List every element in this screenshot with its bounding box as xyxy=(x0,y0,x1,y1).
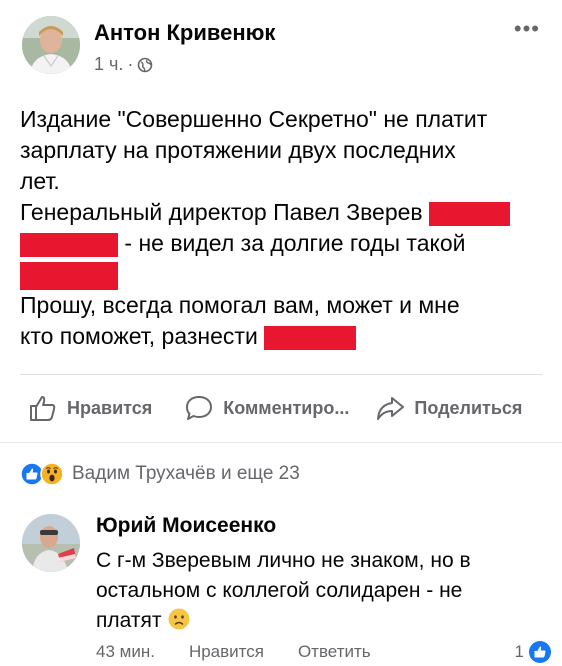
more-dots-icon[interactable]: ••• xyxy=(514,16,540,42)
post-text: Издание "Совершенно Секретно" не платит … xyxy=(20,104,545,352)
post-line: Издание "Совершенно Секретно" не платит xyxy=(20,106,488,132)
meta-separator: · xyxy=(127,54,134,74)
post-line-text: - не видел за долгие годы такой xyxy=(118,230,466,256)
action-bar: Нравится Комментиро... Поделиться xyxy=(20,388,550,428)
comment-like-count[interactable]: 1 xyxy=(515,640,552,664)
post-line: зарплату на протяжении двух последних xyxy=(20,137,456,163)
post-line: Прошу, всегда помогал вам, может и мне xyxy=(20,292,460,318)
divider xyxy=(20,374,542,375)
globe-icon xyxy=(137,57,153,73)
comment-author[interactable]: Юрий Моисеенко xyxy=(96,514,276,538)
comment: Юрий Моисеенко С г-м Зверевым лично не з… xyxy=(22,508,552,666)
wow-reaction-icon xyxy=(40,462,64,486)
avatar[interactable] xyxy=(22,514,80,572)
disappointed-face-icon xyxy=(167,607,191,640)
like-count: 1 xyxy=(514,642,524,661)
author-name[interactable]: Антон Кривенюк xyxy=(94,20,275,46)
comment-time[interactable]: 43 мин. xyxy=(96,642,155,662)
reactions-summary[interactable]: Вадим Трухачёв и еще 23 xyxy=(20,462,300,486)
comment-text: С г-м Зверевым лично не знаком, но в ост… xyxy=(96,546,536,640)
post-header: Антон Кривенюк 1 ч. · ••• xyxy=(22,16,542,86)
redaction-box xyxy=(264,325,357,350)
post-line: лет. xyxy=(20,168,60,194)
commenter-photo xyxy=(22,514,80,572)
like-label: Нравится xyxy=(67,397,153,418)
comment-line: С г-м Зверевым лично не знаком, но в xyxy=(96,549,471,572)
post-line-text: кто поможет, разнести xyxy=(20,323,258,349)
share-label: Поделиться xyxy=(414,397,523,418)
redaction-box xyxy=(20,232,118,257)
post-time[interactable]: 1 ч. xyxy=(94,54,123,75)
post-line: Генеральный директор Павел Зверев xyxy=(20,197,545,228)
post-line-text: Генеральный директор Павел Зверев xyxy=(20,199,423,225)
author-photo xyxy=(22,16,80,74)
comment-icon xyxy=(186,396,213,420)
reactions-text[interactable]: Вадим Трухачёв и еще 23 xyxy=(72,463,300,485)
comment-line-text: платят xyxy=(96,609,162,632)
post-meta: 1 ч. · xyxy=(94,54,153,75)
section-separator xyxy=(0,442,562,452)
share-arrow-icon xyxy=(377,397,405,420)
comment-button[interactable]: Комментиро... xyxy=(184,394,349,422)
comment-line: остальном с коллегой солидарен - не xyxy=(96,579,463,602)
like-button[interactable]: Нравится xyxy=(28,394,152,422)
comment-footer: 43 мин. Нравится Ответить 1 xyxy=(96,640,552,664)
redaction-box xyxy=(20,261,118,290)
comment-label: Комментиро... xyxy=(223,397,350,418)
post-line xyxy=(20,259,545,290)
thumbs-up-icon xyxy=(30,396,56,421)
comment-like-button[interactable]: Нравится xyxy=(189,642,264,662)
post-line: кто поможет, разнести xyxy=(20,321,545,352)
comment-reply-button[interactable]: Ответить xyxy=(298,642,371,662)
share-button[interactable]: Поделиться xyxy=(375,394,522,422)
redaction-box xyxy=(429,201,511,226)
comment-line: платят xyxy=(96,606,536,640)
like-reaction-icon xyxy=(529,641,551,663)
post-line: - не видел за долгие годы такой xyxy=(20,228,545,259)
avatar[interactable] xyxy=(22,16,80,74)
reaction-icons xyxy=(20,462,64,486)
